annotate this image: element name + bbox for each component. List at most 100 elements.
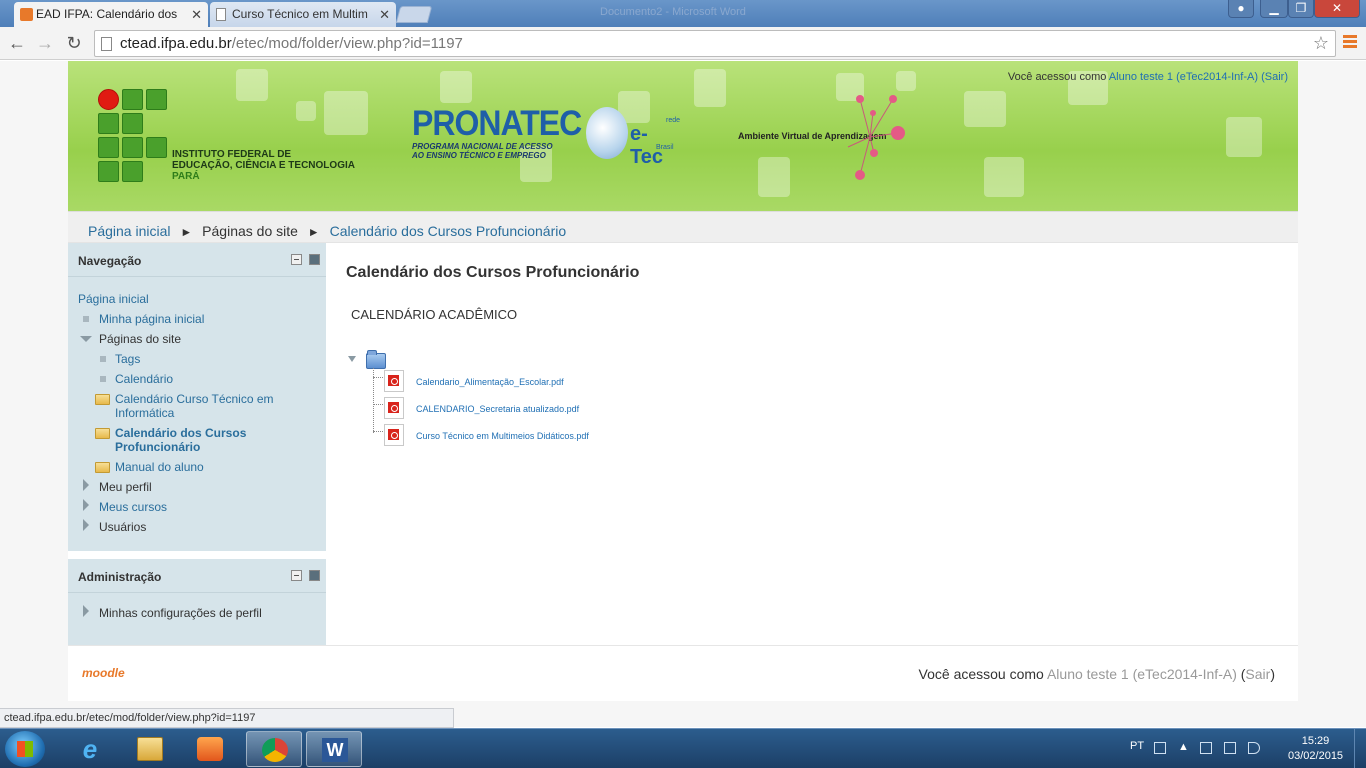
file-name[interactable]: Calendario_Alimentação_Escolar.pdf xyxy=(416,372,564,392)
collapsed-arrow-icon[interactable] xyxy=(83,519,89,531)
tree-line xyxy=(373,377,383,378)
chrome-icon xyxy=(262,738,288,762)
reload-icon[interactable]: ↻ xyxy=(63,32,85,54)
keyboard-icon[interactable] xyxy=(1154,742,1166,754)
bookmark-star-icon[interactable]: ☆ xyxy=(1313,33,1329,54)
chrome-menu-icon[interactable] xyxy=(1343,35,1357,50)
collapsed-arrow-icon[interactable] xyxy=(83,499,89,511)
collapsed-arrow-icon[interactable] xyxy=(83,479,89,491)
close-tab-icon[interactable]: ✕ xyxy=(191,2,202,27)
moodle-favicon-icon xyxy=(20,8,33,21)
admin-block-header: Administração xyxy=(68,559,326,593)
user-profile-link[interactable]: Aluno teste 1 (eTec2014-Inf-A) xyxy=(1047,666,1237,682)
pronatec-subtitle: AO ENSINO TÉCNICO E EMPREGO xyxy=(412,151,546,160)
breadcrumb-home[interactable]: Página inicial xyxy=(88,223,171,239)
link-line: Calendário Curso Técnico em xyxy=(115,392,274,406)
folder-icon xyxy=(95,394,110,405)
nav-manual-link[interactable]: Manual do aluno xyxy=(115,460,204,474)
nav-users[interactable]: Usuários xyxy=(99,520,146,534)
taskbar-media[interactable] xyxy=(182,731,238,767)
new-tab-button[interactable] xyxy=(395,6,433,23)
window-title: Documento2 - Microsoft Word xyxy=(600,6,746,18)
globe-icon xyxy=(586,107,628,159)
browser-tab-inactive[interactable]: Curso Técnico em Multim ✕ xyxy=(210,2,396,27)
main-content: Calendário dos Cursos Profuncionário CAL… xyxy=(326,243,1298,645)
minimize-block-icon[interactable] xyxy=(291,254,302,265)
nav-calendar-link[interactable]: Calendário xyxy=(115,372,173,386)
expanded-arrow-icon[interactable] xyxy=(80,336,92,342)
pdf-icon xyxy=(384,424,404,446)
breadcrumb-separator: ► xyxy=(180,225,193,239)
tab-title: EAD IFPA: Calendário dos xyxy=(36,7,178,21)
start-button[interactable] xyxy=(5,731,45,767)
url-path: /etec/mod/folder/view.php?id=1197 xyxy=(231,35,463,52)
minimize-block-icon[interactable] xyxy=(291,570,302,581)
pronatec-title: PRONATEC xyxy=(412,103,582,143)
tree-expand-icon[interactable] xyxy=(348,356,356,362)
nav-home-link[interactable]: Página inicial xyxy=(78,292,149,306)
file-name[interactable]: Curso Técnico em Multimeios Didáticos.pd… xyxy=(416,426,589,446)
folder-intro: CALENDÁRIO ACADÊMICO xyxy=(351,307,518,322)
collapsed-arrow-icon[interactable] xyxy=(83,605,89,617)
taskbar-explorer[interactable] xyxy=(122,731,178,767)
dock-block-icon[interactable] xyxy=(309,570,320,581)
file-name[interactable]: CALENDARIO_Secretaria atualizado.pdf xyxy=(416,399,579,419)
logout-link[interactable]: Sair xyxy=(1265,71,1285,83)
institute-state: PARÁ xyxy=(172,171,200,182)
breadcrumb-current[interactable]: Calendário dos Cursos Profuncionário xyxy=(330,223,567,239)
nav-my-courses-link[interactable]: Meus cursos xyxy=(99,500,167,514)
page-title: Calendário dos Cursos Profuncionário xyxy=(346,264,640,281)
close-tab-icon[interactable]: ✕ xyxy=(379,2,390,27)
browser-toolbar: ← → ↻ ctead.ifpa.edu.br/etec/mod/folder/… xyxy=(0,27,1366,60)
page-footer: moodle Você acessou como Aluno teste 1 (… xyxy=(68,645,1298,701)
nav-folder-informatica-link[interactable]: Calendário Curso Técnico em Informática xyxy=(115,392,274,420)
nav-tags-link[interactable]: Tags xyxy=(115,352,140,366)
url-text[interactable]: ctead.ifpa.edu.br/etec/mod/folder/view.p… xyxy=(120,35,463,52)
forward-arrow-icon[interactable]: → xyxy=(34,32,56,54)
user-profile-link[interactable]: Aluno teste 1 (eTec2014-Inf-A) xyxy=(1109,71,1258,83)
language-indicator[interactable]: PT xyxy=(1130,740,1144,752)
show-desktop-button[interactable] xyxy=(1354,729,1366,768)
network-icon[interactable] xyxy=(1224,742,1236,754)
system-tray: PT ▲ 15:29 03/02/2015 xyxy=(1120,729,1366,768)
pdf-icon xyxy=(384,397,404,419)
nav-site-pages[interactable]: Páginas do site xyxy=(99,332,181,346)
restore-icon[interactable]: ❐ xyxy=(1288,0,1314,18)
flag-icon[interactable] xyxy=(1200,742,1212,754)
institute-name: INSTITUTO FEDERAL DE EDUCAÇÃO, CIÊNCIA E… xyxy=(172,149,355,182)
link-line: Informática xyxy=(115,406,175,420)
status-bar: ctead.ifpa.edu.br/etec/mod/folder/view.p… xyxy=(0,708,454,728)
taskbar-word[interactable]: W xyxy=(306,731,362,767)
login-prefix: Você acessou como xyxy=(918,666,1044,682)
close-window-icon[interactable]: ✕ xyxy=(1314,0,1360,18)
paren-close: ) xyxy=(1284,71,1288,83)
browser-tab-active[interactable]: EAD IFPA: Calendário dos ✕ xyxy=(14,2,208,27)
volume-icon[interactable] xyxy=(1248,742,1260,754)
clock-time: 15:29 xyxy=(1301,735,1330,747)
breadcrumb-separator: ► xyxy=(307,225,320,239)
page-icon xyxy=(101,37,112,51)
breadcrumb: Página inicial ► Páginas do site ► Calen… xyxy=(68,211,1298,243)
show-hidden-icons-icon[interactable]: ▲ xyxy=(1178,741,1189,753)
windows-taskbar: e W PT ▲ 15:29 03/02/2015 xyxy=(0,728,1366,768)
logout-link[interactable]: Sair xyxy=(1245,666,1270,682)
bullet-icon xyxy=(100,376,106,382)
nav-my-profile[interactable]: Meu perfil xyxy=(99,480,152,494)
minimize-icon[interactable]: ▁ xyxy=(1260,0,1288,18)
address-bar[interactable]: ctead.ifpa.edu.br/etec/mod/folder/view.p… xyxy=(94,30,1336,57)
block-divider xyxy=(68,551,326,559)
clock[interactable]: 15:29 03/02/2015 xyxy=(1288,734,1343,764)
taskbar-chrome[interactable] xyxy=(246,731,302,767)
breadcrumb-site-pages: Páginas do site xyxy=(202,223,298,239)
etec-brasil: Brasil xyxy=(656,144,674,151)
nav-my-home-link[interactable]: Minha página inicial xyxy=(99,312,204,326)
footer-login-info: Você acessou como Aluno teste 1 (eTec201… xyxy=(919,666,1275,682)
admin-profile-settings[interactable]: Minhas configurações de perfil xyxy=(99,606,262,620)
admin-block-title: Administração xyxy=(78,570,162,584)
dock-block-icon[interactable] xyxy=(309,254,320,265)
user-icon[interactable]: ● xyxy=(1228,0,1254,18)
nav-folder-profuncionario-link[interactable]: Calendário dos Cursos Profuncionário xyxy=(115,426,246,454)
taskbar-ie[interactable]: e xyxy=(62,731,118,767)
back-arrow-icon[interactable]: ← xyxy=(6,32,28,54)
moodle-logo[interactable]: moodle xyxy=(82,666,125,680)
